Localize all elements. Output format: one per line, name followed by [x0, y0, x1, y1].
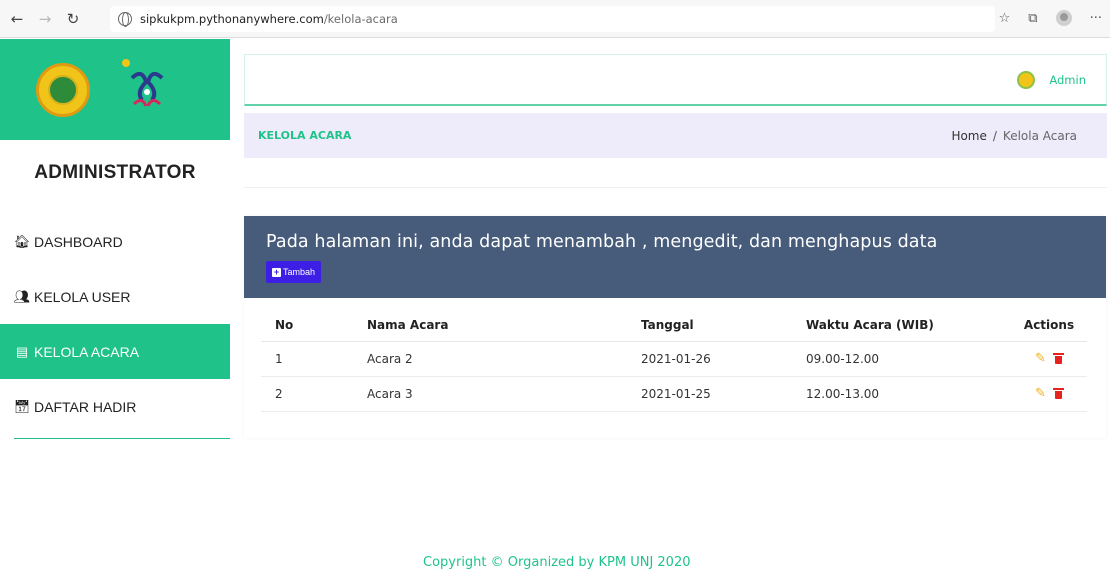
top-header: Admin [244, 54, 1107, 106]
plus-icon: + [272, 266, 281, 277]
column-header-name: Nama Acara [367, 309, 641, 342]
cell-time: 12.00-13.00 [806, 376, 1011, 412]
reload-icon[interactable]: ↻ [62, 8, 84, 30]
delete-trash-icon[interactable] [1052, 388, 1064, 399]
globe-icon [118, 12, 132, 27]
cell-actions: ✎ [1011, 341, 1087, 377]
column-header-no: No [261, 309, 367, 342]
sidebar-item-label: DAFTAR HADIR [34, 398, 137, 415]
edit-pencil-icon[interactable]: ✎ [1035, 351, 1046, 366]
card-header: Pada halaman ini, anda dapat menambah , … [244, 216, 1106, 298]
sidebar-item-kelola-user[interactable]: 👥︎ KELOLA USER [0, 269, 230, 324]
cell-time: 09.00-12.00 [806, 341, 1011, 377]
logo-area [0, 39, 230, 140]
favorites-icon[interactable]: ☆ [999, 11, 1011, 26]
breadcrumb-bar: KELOLA ACARA Home / Kelola Acara [244, 113, 1107, 158]
cell-name: Acara 2 [367, 341, 641, 377]
collections-icon[interactable]: ⧉ [1028, 11, 1037, 26]
kpm-logo [120, 57, 174, 122]
cell-date: 2021-01-25 [641, 376, 806, 412]
breadcrumb-separator: / [992, 128, 997, 143]
back-icon[interactable]: ← [6, 8, 28, 30]
sidebar-item-kelola-acara[interactable]: ▤ KELOLA ACARA [0, 324, 230, 379]
cell-actions: ✎ [1011, 376, 1087, 412]
unj-logo [36, 62, 90, 117]
sidebar-item-daftar-hadir[interactable]: 📅︎ DAFTAR HADIR [0, 379, 230, 434]
forward-icon[interactable]: → [34, 8, 56, 30]
user-menu-link[interactable]: Admin [1049, 73, 1086, 87]
address-bar[interactable]: sipkukpm.pythonanywhere.com/kelola-acara [110, 6, 995, 32]
sidebar-item-dashboard[interactable]: 🏠︎ DASHBOARD [0, 214, 230, 269]
footer-copyright: Copyright © Organized by KPM UNJ 2020 [423, 555, 691, 570]
sidebar-item-label: KELOLA ACARA [34, 343, 140, 360]
table-row: 1 Acara 2 2021-01-26 09.00-12.00 ✎ [261, 341, 1087, 377]
cell-no: 2 [261, 376, 367, 412]
cell-date: 2021-01-26 [641, 341, 806, 377]
browser-toolbar: ← → ↻ sipkukpm.pythonanywhere.com/kelola… [0, 0, 1110, 38]
sidebar-divider [14, 438, 230, 439]
more-icon[interactable]: ··· [1090, 11, 1102, 26]
sidebar-menu: 🏠︎ DASHBOARD 👥︎ KELOLA USER ▤ KELOLA ACA… [0, 214, 230, 434]
delete-trash-icon[interactable] [1052, 353, 1064, 364]
events-card: Pada halaman ini, anda dapat menambah , … [244, 216, 1106, 438]
sidebar-item-label: KELOLA USER [34, 288, 131, 305]
calendar-check-icon: 📅︎ [13, 398, 31, 414]
sidebar-item-label: DASHBOARD [34, 233, 123, 250]
edit-pencil-icon[interactable]: ✎ [1035, 386, 1046, 401]
column-header-date: Tanggal [641, 309, 806, 342]
cell-no: 1 [261, 341, 367, 377]
sidebar: ADMINISTRATOR 🏠︎ DASHBOARD 👥︎ KELOLA USE… [0, 39, 230, 575]
column-header-actions: Actions [1011, 309, 1087, 342]
add-button-label: Tambah [283, 267, 316, 277]
table-header-row: No Nama Acara Tanggal Waktu Acara (WIB) … [261, 309, 1087, 342]
cell-name: Acara 3 [367, 376, 641, 412]
users-icon: 👥︎ [13, 288, 31, 304]
events-table: No Nama Acara Tanggal Waktu Acara (WIB) … [261, 309, 1087, 412]
page-title: KELOLA ACARA [258, 129, 352, 142]
url-path: /kelola-acara [323, 12, 398, 26]
home-icon: 🏠︎ [13, 233, 31, 249]
divider [244, 187, 1107, 188]
list-icon: ▤ [15, 343, 29, 359]
card-headline: Pada halaman ini, anda dapat menambah , … [266, 232, 938, 252]
breadcrumb-current: Kelola Acara [1002, 128, 1077, 143]
sidebar-title: ADMINISTRATOR [34, 162, 196, 183]
profile-icon[interactable] [1055, 10, 1072, 26]
url-host: sipkukpm.pythonanywhere.com [140, 12, 324, 26]
column-header-time: Waktu Acara (WIB) [806, 309, 1011, 342]
add-event-button[interactable]: + Tambah [266, 261, 322, 283]
table-row: 2 Acara 3 2021-01-25 12.00-13.00 ✎ [261, 376, 1087, 412]
avatar[interactable] [1017, 70, 1036, 89]
breadcrumb: Home / Kelola Acara [951, 129, 1077, 143]
breadcrumb-home-link[interactable]: Home [951, 129, 986, 143]
